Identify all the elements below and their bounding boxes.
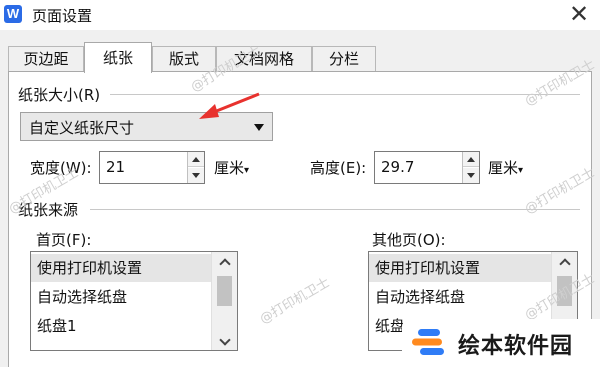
height-increment-button[interactable]: [463, 152, 479, 167]
height-decrement-button[interactable]: [463, 168, 479, 183]
paper-size-divider: [110, 94, 580, 95]
chevron-down-icon: ▾: [518, 165, 524, 176]
spin-up-icon: [192, 157, 200, 162]
width-input[interactable]: 21: [99, 151, 205, 184]
dialog-title: 页面设置: [32, 7, 93, 25]
height-spinner: [462, 152, 479, 183]
spin-down-icon: [467, 173, 475, 178]
width-unit-label: 厘米: [214, 159, 245, 177]
height-label: 高度(E):: [310, 159, 367, 177]
list-item[interactable]: 使用打印机设置: [31, 254, 211, 282]
chevron-up-icon: [558, 258, 571, 270]
scroll-down-button[interactable]: [212, 330, 237, 348]
height-unit-dropdown[interactable]: 厘米▾: [488, 157, 523, 178]
height-input[interactable]: 29.7: [374, 151, 480, 184]
chevron-up-icon: [218, 258, 231, 270]
site-logo: 绘本软件园: [402, 319, 600, 367]
logo-stripes-icon: [412, 329, 444, 355]
height-value: 29.7: [381, 158, 415, 176]
first-page-scrollbar[interactable]: [211, 252, 237, 350]
paper-size-selected: 自定义纸张尺寸: [29, 119, 135, 137]
width-spinner: [187, 152, 204, 183]
paper-source-divider: [90, 209, 580, 210]
list-item[interactable]: 纸盘1: [31, 312, 211, 340]
tab-paper[interactable]: 纸张: [84, 42, 152, 73]
chevron-down-icon: [218, 334, 231, 346]
height-unit-label: 厘米: [488, 159, 519, 177]
width-value: 21: [106, 158, 126, 176]
other-pages-label: 其他页(O):: [372, 231, 446, 249]
annotation-arrow-icon: [199, 92, 260, 119]
width-unit-dropdown[interactable]: 厘米▾: [214, 157, 249, 178]
scroll-thumb[interactable]: [217, 276, 232, 306]
scroll-up-button[interactable]: [212, 254, 237, 272]
first-page-label: 首页(F):: [36, 231, 92, 249]
tab-margins[interactable]: 页边距: [8, 46, 84, 72]
tab-strip: 页边距 纸张 版式 文档网格 分栏: [8, 42, 598, 73]
list-item[interactable]: 自动选择纸盘: [31, 283, 211, 311]
title-bar: W 页面设置 ✕: [0, 0, 600, 30]
chevron-down-icon: ▾: [244, 165, 250, 176]
spin-down-icon: [192, 173, 200, 178]
width-decrement-button[interactable]: [188, 168, 204, 183]
list-item[interactable]: 使用打印机设置: [369, 254, 551, 282]
close-button[interactable]: ✕: [562, 0, 596, 28]
width-increment-button[interactable]: [188, 152, 204, 167]
spin-up-icon: [467, 157, 475, 162]
tab-columns[interactable]: 分栏: [312, 46, 376, 72]
paper-size-section-label: 纸张大小(R): [18, 84, 105, 105]
wps-writer-icon: W: [4, 5, 22, 23]
logo-text: 绘本软件园: [458, 334, 574, 359]
scroll-up-button[interactable]: [552, 254, 577, 272]
first-page-listbox[interactable]: 使用打印机设置 自动选择纸盘 纸盘1: [30, 251, 238, 351]
